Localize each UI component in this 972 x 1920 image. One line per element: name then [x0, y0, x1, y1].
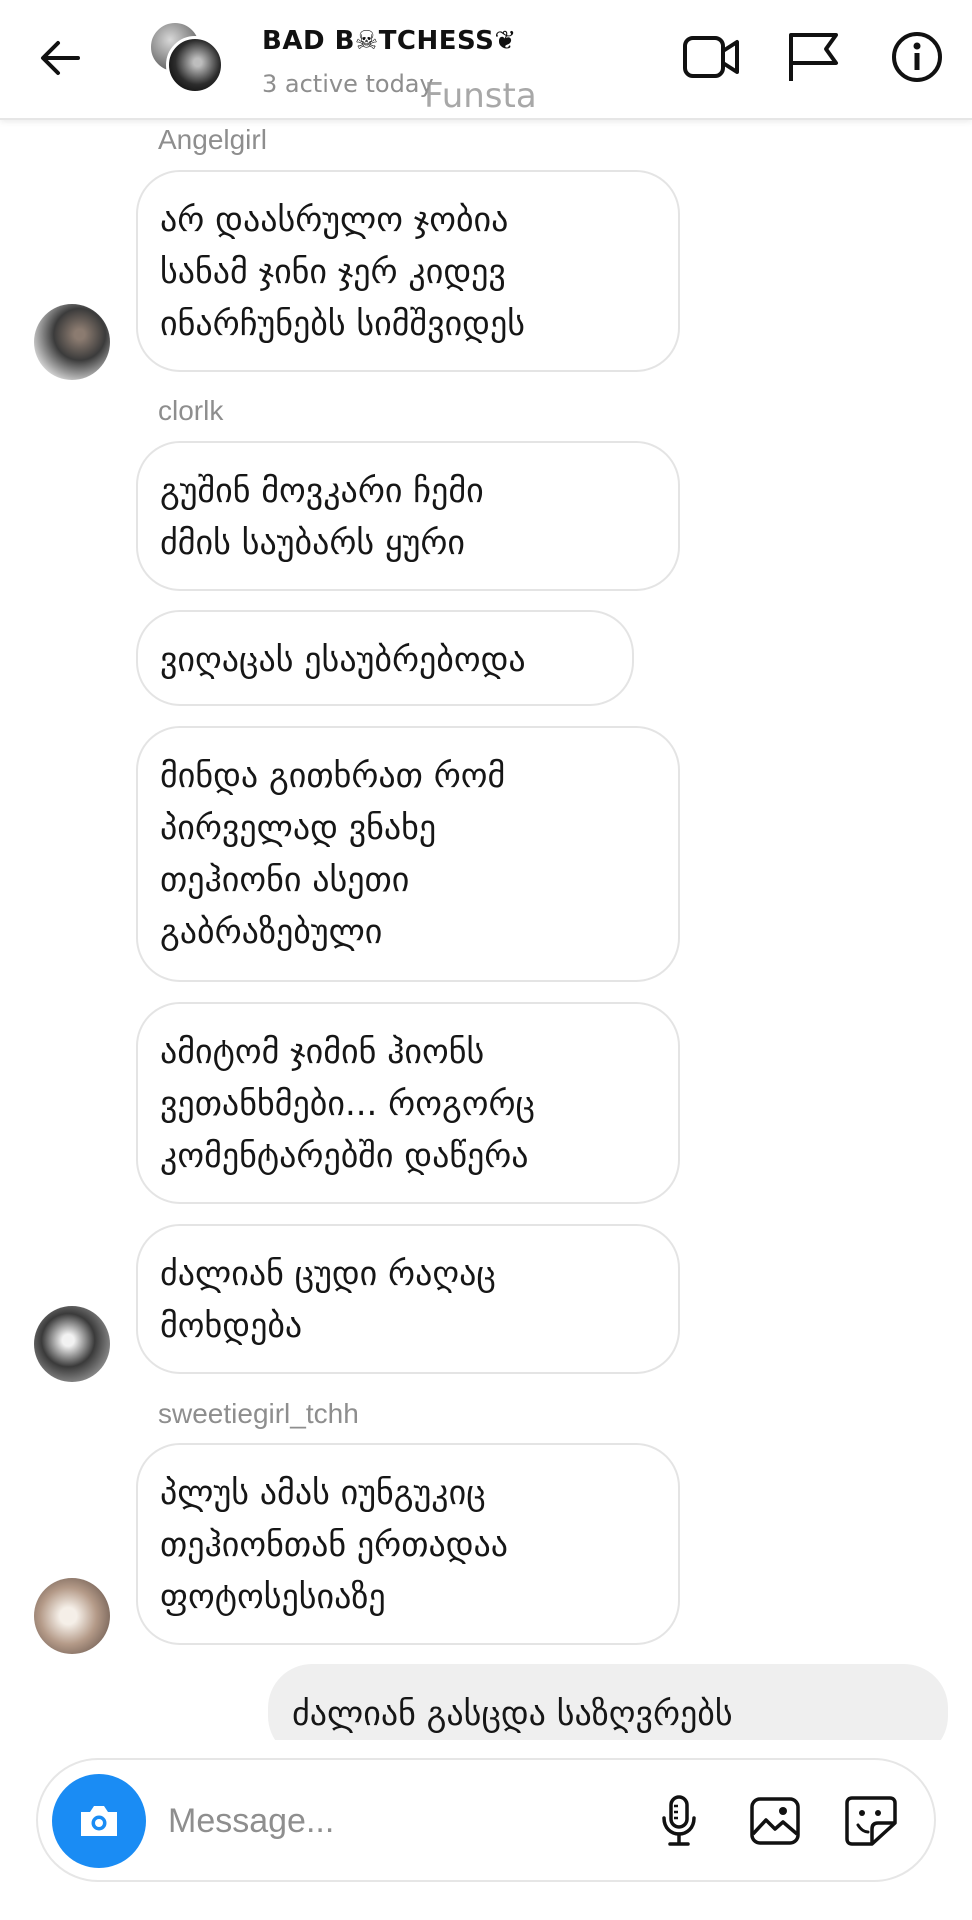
chat-title[interactable]: BAD B☠TCHESS❦ — [262, 26, 517, 56]
watermark: Funsta — [424, 76, 537, 116]
group-avatar-member-2 — [166, 36, 224, 94]
video-call-button[interactable] — [676, 22, 746, 92]
gallery-button[interactable] — [740, 1786, 810, 1856]
message-line: ფოტოსესიაზე — [160, 1577, 386, 1617]
message-line: მინდა გითხრათ რომ — [160, 756, 506, 796]
message-line: პირველად ვნახე — [160, 808, 437, 848]
message-line: თეჰიონთან ერთადაა — [160, 1525, 509, 1565]
message-line: მოხდება — [160, 1306, 303, 1346]
voice-message-button[interactable] — [644, 1786, 714, 1856]
message-line: სანამ ჯინი ჯერ კიდევ — [160, 252, 506, 292]
info-icon — [892, 32, 942, 82]
group-avatar[interactable] — [148, 20, 224, 96]
info-button[interactable] — [882, 22, 952, 92]
camera-icon — [81, 1806, 117, 1836]
gallery-icon — [750, 1797, 800, 1845]
microphone-icon — [662, 1795, 696, 1846]
back-arrow-icon — [41, 41, 80, 75]
sender-avatar[interactable] — [34, 1578, 110, 1654]
message-bubble[interactable]: ვიღაცას ესაუბრებოდა — [136, 610, 634, 706]
sender-avatar[interactable] — [34, 304, 110, 380]
message-bubble[interactable]: პლუს ამას იუნგუკიც თეჰიონთან ერთადაა ფოტ… — [136, 1443, 680, 1645]
message-bubble[interactable]: გუშინ მოვკარი ჩემი ძმის საუბარს ყური — [136, 441, 680, 591]
message-line: არ დაასრულო ჯობია — [160, 200, 509, 240]
sticker-button[interactable] — [836, 1786, 906, 1856]
message-line: ვეთანხმები... როგორც — [160, 1084, 535, 1124]
sender-name: clorlk — [158, 395, 224, 426]
message-line: კომენტარებში დაწერა — [160, 1136, 529, 1176]
message-bubble[interactable]: არ დაასრულო ჯობია სანამ ჯინი ჯერ კიდევ ი… — [136, 170, 680, 372]
report-flag-button[interactable] — [778, 22, 848, 92]
active-status: 3 active today — [262, 70, 434, 98]
message-line: ძალიან გასცდა საზღვრებს — [292, 1694, 733, 1734]
sender-name: Angelgirl — [158, 124, 267, 155]
message-line: ინარჩუნებს სიმშვიდეს — [160, 304, 526, 344]
message-bubble[interactable]: ამიტომ ჯიმინ ჰიონს ვეთანხმები... როგორც … — [136, 1002, 680, 1204]
sender-name: sweetiegirl_tchh — [158, 1398, 359, 1429]
message-line: ვიღაცას ესაუბრებოდა — [160, 640, 526, 680]
message-input[interactable] — [168, 1796, 528, 1846]
message-line: ძალიან ცუდი რაღაც — [160, 1254, 496, 1294]
message-composer — [36, 1758, 936, 1882]
flag-icon — [789, 33, 838, 81]
message-line: გუშინ მოვკარი ჩემი — [160, 471, 484, 511]
message-bubble[interactable]: ძალიან ცუდი რაღაც მოხდება — [136, 1224, 680, 1374]
message-bubble[interactable]: მინდა გითხრათ რომ პირველად ვნახე თეჰიონი… — [136, 726, 680, 982]
camera-button[interactable] — [52, 1774, 146, 1868]
message-line: გაბრაზებული — [160, 912, 383, 952]
chat-header: BAD B☠TCHESS❦ 3 active today Funsta — [0, 0, 972, 120]
sticker-icon — [845, 1796, 897, 1846]
message-line: თეჰიონი ასეთი — [160, 860, 410, 900]
video-camera-icon — [683, 36, 739, 78]
message-line: ამიტომ ჯიმინ ჰიონს — [160, 1032, 485, 1072]
message-line: პლუს ამას იუნგუკიც — [160, 1473, 486, 1513]
back-button[interactable] — [30, 28, 90, 88]
message-line: ძმის საუბარს ყური — [160, 523, 466, 563]
sender-avatar[interactable] — [34, 1306, 110, 1382]
